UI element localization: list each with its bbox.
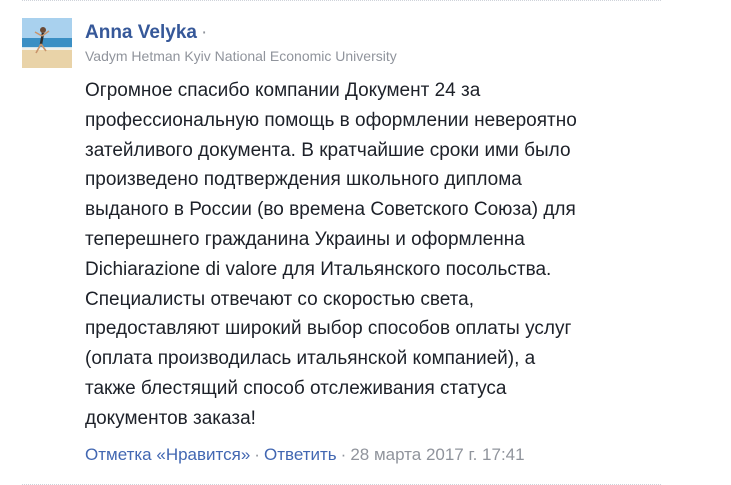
comment-line: профессиональную помощь в оформлении нев…: [85, 109, 577, 131]
comment-line: Огромное спасибо компании Документ 24 за: [85, 80, 481, 101]
comment-line: предоставляют широкий выбор способов опл…: [85, 318, 572, 340]
author-affiliation-link[interactable]: Vadym Hetman Kyiv National Economic Univ…: [85, 46, 725, 66]
comment-line: (оплата производилась итальянской компан…: [85, 348, 536, 370]
author-line: Anna Velyka ·: [85, 20, 725, 46]
comment-line: также блестящий способ отслеживания стат…: [85, 377, 507, 399]
comment-line: документов заказа!: [85, 407, 256, 429]
avatar[interactable]: [22, 18, 72, 68]
author-separator: ·: [200, 22, 208, 43]
comment-actions: Отметка «Нравится» · Ответить · 28 марта 201…: [85, 444, 725, 466]
comment: Anna Velyka · Vadym Hetman Kyiv National …: [85, 20, 725, 466]
comment-line: затейливого документа. В кратчайшие срок…: [85, 139, 571, 161]
comment-line: Dichiarazione di valore для Итальянского…: [85, 258, 552, 280]
like-button[interactable]: Отметка «Нравится»: [85, 445, 250, 464]
timestamp-link[interactable]: 28 марта 2017 г. 17:41: [350, 445, 524, 464]
comment-line: произведено подтверждения школьного дипл…: [85, 169, 522, 191]
action-separator: ·: [254, 444, 260, 464]
author-name-link[interactable]: Anna Velyka: [85, 22, 197, 43]
top-divider: [22, 0, 661, 1]
comment-line: выданого в России (во времена Советского…: [85, 199, 576, 221]
avatar-image: [22, 18, 72, 68]
comment-body: Огромное спасибо компании Документ 24 за…: [85, 76, 725, 434]
action-separator: ·: [340, 444, 347, 464]
comment-line: теперешнего гражданина Украины и оформле…: [85, 228, 525, 250]
comment-line: Специалисты отвечают со скоростью света,: [85, 288, 474, 310]
reply-button[interactable]: Ответить: [264, 445, 337, 464]
